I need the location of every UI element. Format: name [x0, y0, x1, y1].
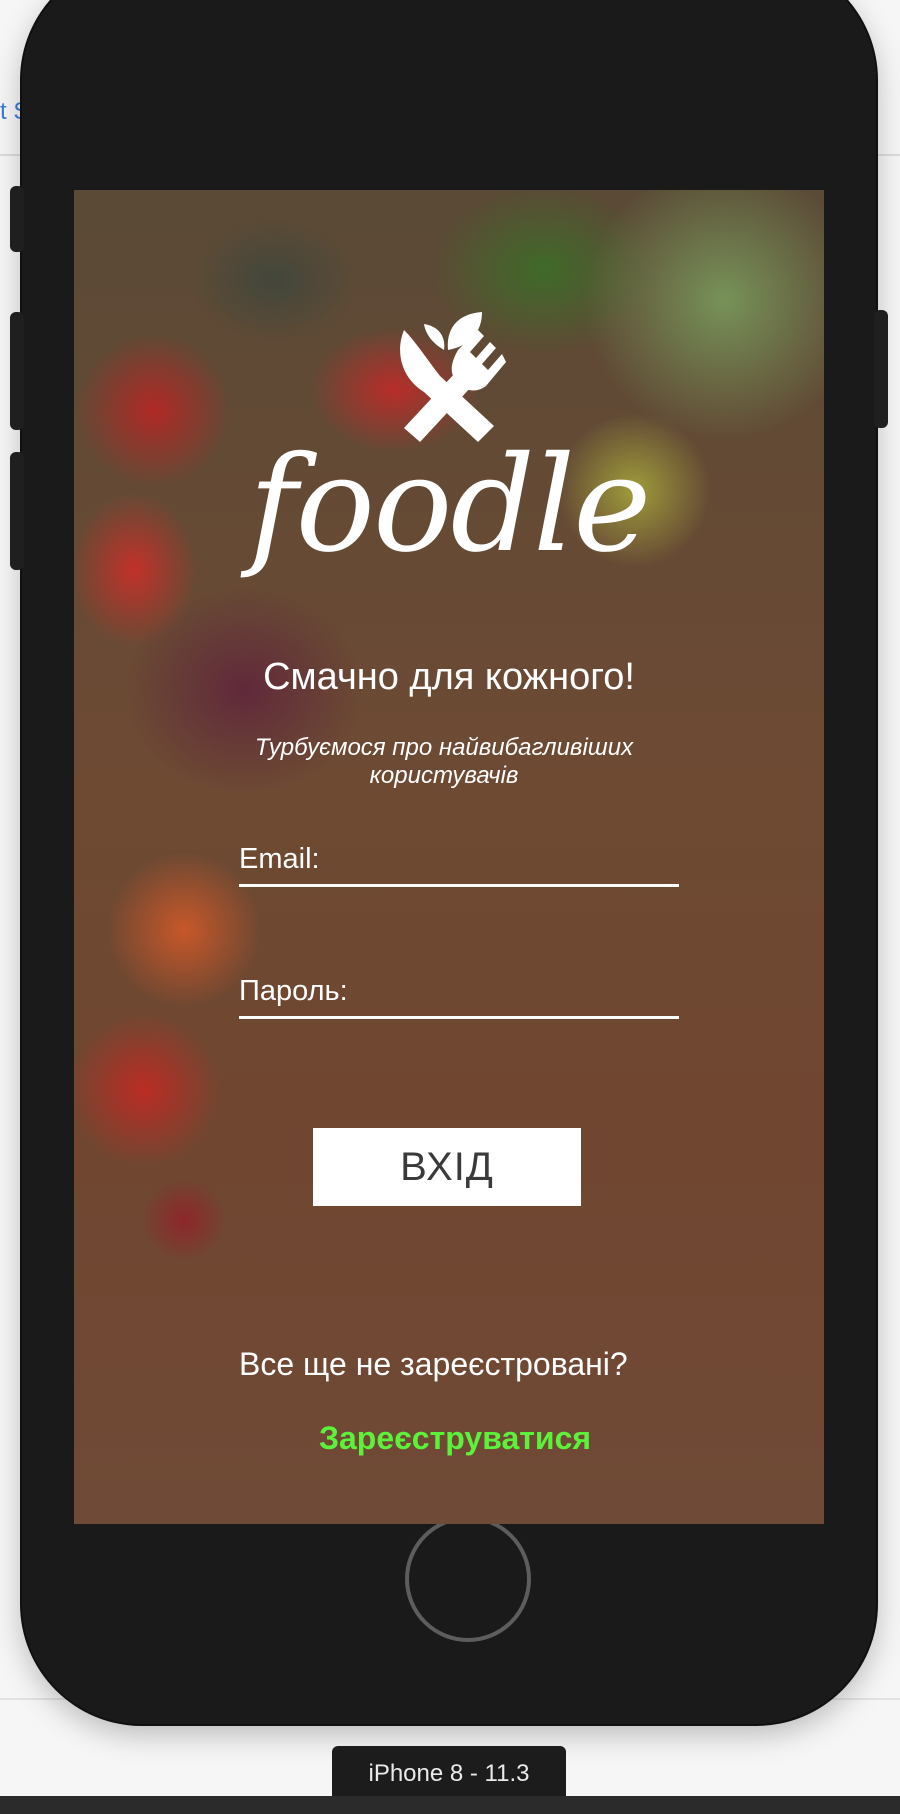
app-screen: foodle Смачно для кожного! Турбуємося пр…: [74, 190, 824, 1524]
subtitle-line-1: Турбуємося про найвибагливіших: [254, 734, 634, 761]
mute-switch: [10, 186, 24, 252]
volume-up-button: [10, 312, 24, 430]
dock-strip: [0, 1796, 900, 1814]
register-prompt: Все ще не зареєстровані?: [239, 1346, 628, 1382]
password-field[interactable]: Пароль:: [239, 966, 683, 1019]
password-input[interactable]: [239, 966, 683, 1018]
brand-logotype: foodle: [248, 428, 652, 582]
home-button[interactable]: [405, 1516, 531, 1642]
email-input[interactable]: [239, 834, 683, 886]
email-field[interactable]: Email:: [239, 834, 683, 887]
power-button: [874, 310, 888, 428]
subtitle: Турбуємося про найвибагливіших користува…: [249, 734, 639, 790]
register-link[interactable]: Зареєструватися: [74, 1420, 824, 1457]
subtitle-line-2: користувачів: [369, 762, 519, 789]
device-label: iPhone 8 - 11.3: [332, 1746, 566, 1802]
tagline: Смачно для кожного!: [263, 656, 635, 698]
volume-down-button: [10, 452, 24, 570]
login-button[interactable]: ВХІД: [313, 1128, 581, 1206]
